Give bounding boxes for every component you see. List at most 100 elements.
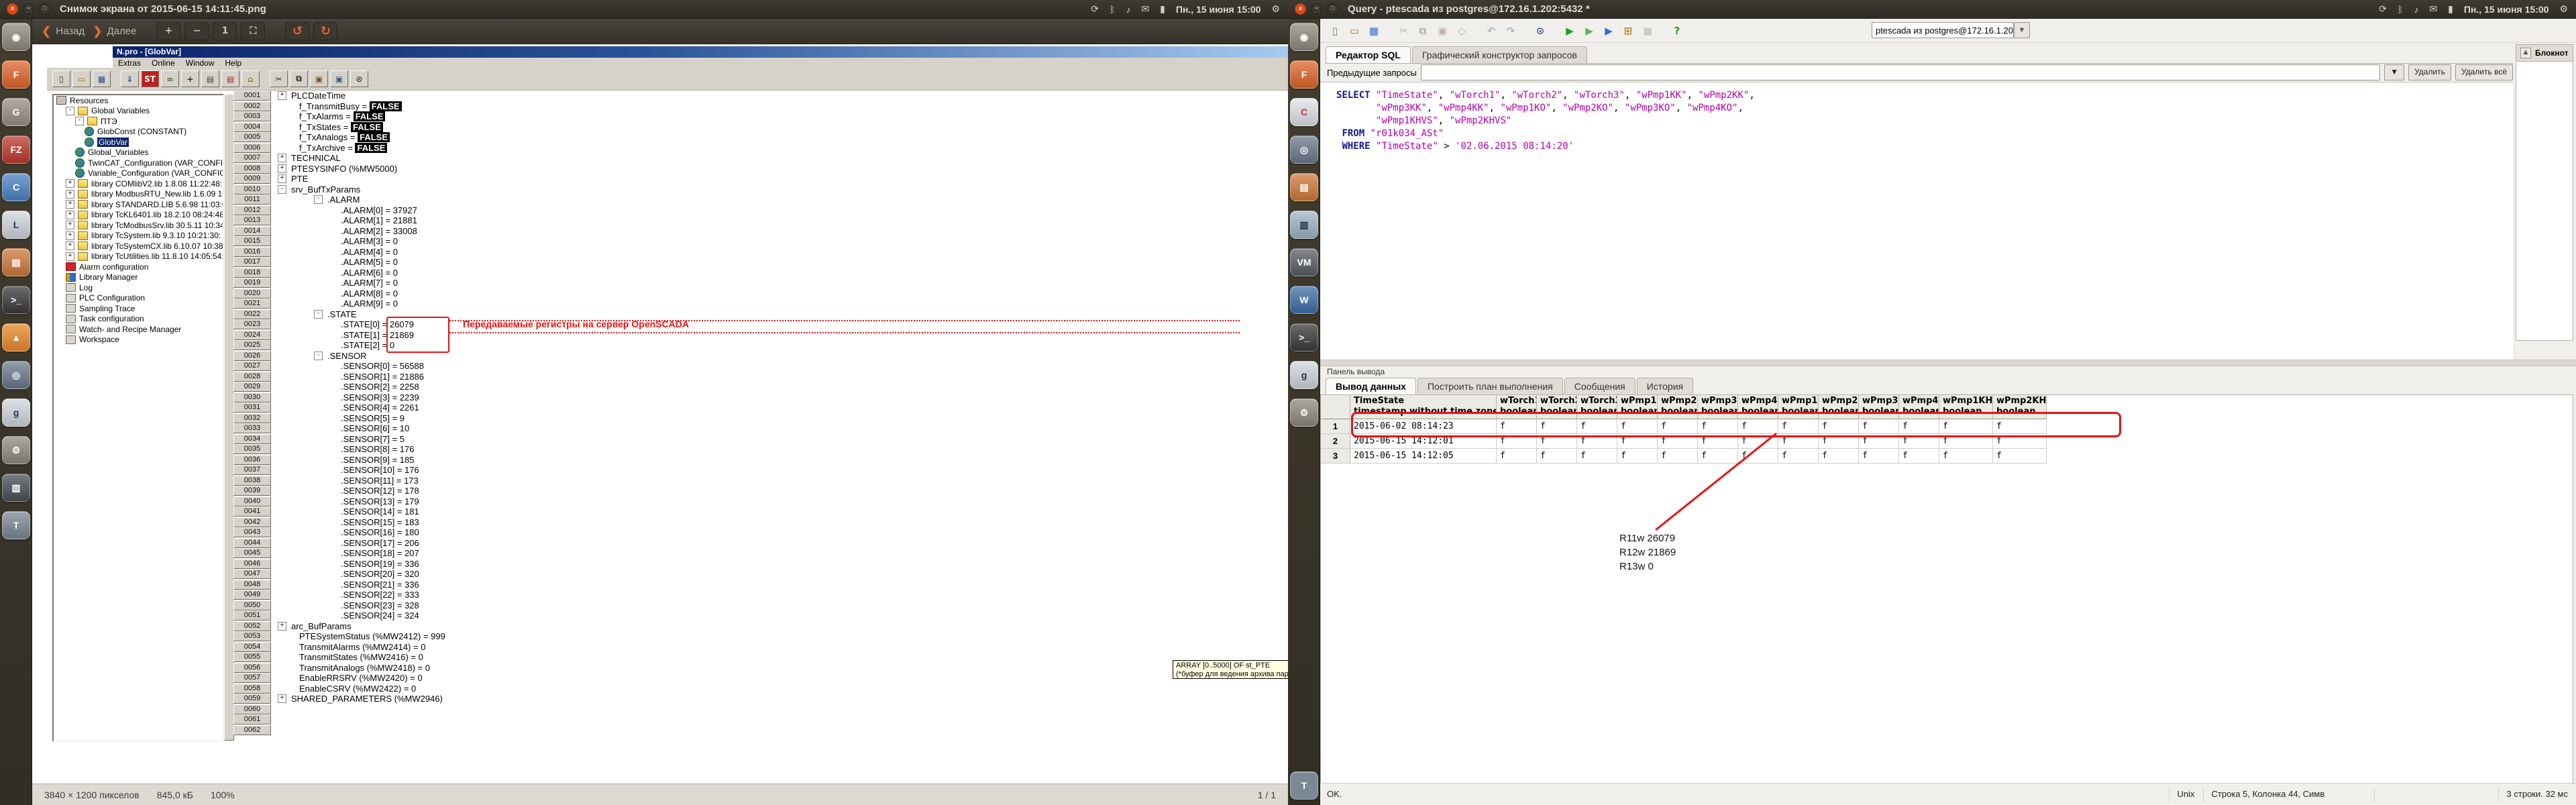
library-icon[interactable]: ⌂ bbox=[241, 70, 260, 87]
watch-line[interactable]: 0027.SENSOR[0] = 56588 bbox=[233, 361, 1285, 372]
trash-icon[interactable]: T bbox=[1290, 771, 1318, 800]
maximize-icon[interactable]: □ bbox=[1327, 3, 1338, 15]
find-icon[interactable]: ⊙ bbox=[1532, 23, 1548, 39]
tab-output-2[interactable]: Построить план выполнения bbox=[1417, 378, 1563, 394]
delete-all-button[interactable]: Удалить всё bbox=[2455, 64, 2513, 80]
expand-icon[interactable]: + bbox=[278, 174, 286, 183]
watch-line[interactable]: 0035.SENSOR[8] = 176 bbox=[233, 444, 1285, 455]
battery-icon[interactable]: ▮ bbox=[2448, 3, 2453, 15]
horizontal-splitter[interactable] bbox=[1320, 360, 2576, 366]
tree-item[interactable]: +library TcModbusSrv.lib 30.5.11 10:34:2… bbox=[54, 220, 223, 231]
grid-cell[interactable]: f bbox=[1778, 449, 1819, 464]
watch-line[interactable]: 0028.SENSOR[1] = 21886 bbox=[233, 372, 1285, 382]
watch-line[interactable]: 0006f_TxArchive = FALSE bbox=[233, 143, 1285, 154]
cancel-icon[interactable]: ■ bbox=[1640, 23, 1656, 39]
terminal-icon[interactable]: >_ bbox=[1290, 323, 1318, 352]
zoom-normal-icon[interactable]: 1 bbox=[213, 22, 237, 40]
help-icon[interactable]: ? bbox=[1669, 23, 1685, 39]
watch-line[interactable]: 0060 bbox=[233, 704, 1285, 715]
delete-button[interactable]: Удалить bbox=[2408, 64, 2451, 80]
watch-line[interactable]: 0004f_TxStates = FALSE bbox=[233, 122, 1285, 133]
system-settings-icon[interactable]: ⚙ bbox=[1290, 398, 1318, 427]
grid-cell[interactable]: f bbox=[1658, 449, 1698, 464]
gimp-icon[interactable]: G bbox=[2, 98, 30, 126]
tree-item[interactable]: Sampling Trace bbox=[54, 303, 223, 314]
grid-cell[interactable]: f bbox=[1859, 449, 1899, 464]
expand-icon[interactable]: + bbox=[66, 179, 74, 188]
row-number[interactable]: 2 bbox=[1321, 434, 1350, 449]
watch-line[interactable]: 0018.ALARM[6] = 0 bbox=[233, 268, 1285, 278]
tree-item[interactable]: +library TcSystemCX.lib 6.10.07 10:38:54… bbox=[54, 241, 223, 252]
save-icon[interactable]: ▦ bbox=[93, 70, 111, 87]
paste-icon[interactable]: ▣ bbox=[1434, 23, 1450, 39]
watch-line[interactable]: 0037.SENSOR[10] = 176 bbox=[233, 465, 1285, 476]
watch-line[interactable]: 0051.SENSOR[24] = 324 bbox=[233, 610, 1285, 621]
watch-line[interactable]: 0008+PTESYSINFO (%MW5000) bbox=[233, 164, 1285, 174]
expand-icon[interactable]: + bbox=[278, 622, 286, 631]
eog-icon[interactable]: ◎ bbox=[2, 361, 30, 389]
expand-icon[interactable]: + bbox=[278, 164, 286, 173]
computer-icon[interactable]: ▥ bbox=[1290, 211, 1318, 239]
scratch-pad-body[interactable] bbox=[2516, 62, 2573, 341]
new-file-icon[interactable]: ▯ bbox=[1327, 23, 1343, 39]
watch-line[interactable]: 0013.ALARM[1] = 21881 bbox=[233, 215, 1285, 226]
watch-line[interactable]: 0042.SENSOR[15] = 183 bbox=[233, 517, 1285, 528]
watch-line[interactable]: 0061 bbox=[233, 714, 1285, 725]
explain-icon[interactable]: ⊞ bbox=[1620, 23, 1636, 39]
new-file-icon[interactable]: ▯ bbox=[52, 70, 70, 87]
watch-line[interactable]: 0002f_TransmitBusy = FALSE bbox=[233, 101, 1285, 112]
collapse-icon[interactable]: - bbox=[314, 310, 323, 319]
paste-icon[interactable]: ▣ bbox=[310, 70, 328, 87]
watch-line[interactable]: 0055TransmitStates (%MW2416) = 0 bbox=[233, 652, 1285, 663]
open-file-icon[interactable]: ▭ bbox=[1346, 23, 1362, 39]
collapse-icon[interactable]: ▲ bbox=[2520, 48, 2531, 58]
execute-to-file-icon[interactable]: ▶ bbox=[1601, 23, 1617, 39]
watch-line[interactable]: 0057EnableRRSRV (%MW2420) = 0 bbox=[233, 673, 1285, 684]
previous-queries-arrow[interactable]: ▼ bbox=[2384, 64, 2404, 80]
watch-line[interactable]: 0050.SENSOR[23] = 328 bbox=[233, 600, 1285, 611]
tree-item[interactable]: Global_Variables bbox=[54, 148, 223, 158]
expand-icon[interactable]: + bbox=[66, 252, 74, 261]
execute-icon[interactable]: ▶ bbox=[1562, 23, 1578, 39]
watch-line[interactable]: 0010-srv_BufTxParams bbox=[233, 184, 1285, 195]
watch-line[interactable]: 0005f_TxAnalogs = FALSE bbox=[233, 132, 1285, 143]
firefox-icon[interactable]: F bbox=[1290, 60, 1318, 89]
tree-item[interactable]: Alarm configuration bbox=[54, 262, 223, 272]
watch-line[interactable]: 0009+PTE bbox=[233, 174, 1285, 184]
watch-line[interactable]: 0015.ALARM[3] = 0 bbox=[233, 236, 1285, 247]
watch-line[interactable]: 0014.ALARM[2] = 33008 bbox=[233, 226, 1285, 237]
bluetooth-icon[interactable]: ᛒ bbox=[1110, 4, 1115, 15]
watch-line[interactable]: 0054TransmitAlarms (%MW2414) = 0 bbox=[233, 642, 1285, 653]
watch-line[interactable]: 0020.ALARM[8] = 0 bbox=[233, 288, 1285, 299]
tree-item[interactable]: -ПТЭ bbox=[54, 116, 223, 127]
connection-combo-arrow-icon[interactable]: ▼ bbox=[2014, 22, 2030, 38]
forward-button[interactable]: ❯ Далее bbox=[93, 25, 136, 38]
files-icon[interactable]: ▤ bbox=[1290, 173, 1318, 201]
tab-editor-1[interactable]: Редактор SQL bbox=[1326, 46, 1411, 63]
watch-line[interactable]: 0052+arc_BufParams bbox=[233, 621, 1285, 632]
watch-line[interactable]: 0032.SENSOR[5] = 9 bbox=[233, 413, 1285, 424]
tree-item[interactable]: +library ModbusRTU_New.lib 1.6.09 10:08:… bbox=[54, 189, 223, 200]
execute-pgscript-icon[interactable]: ▶ bbox=[1581, 23, 1597, 39]
watch-line[interactable]: 0031.SENSOR[4] = 2261 bbox=[233, 402, 1285, 413]
image-canvas[interactable]: N.pro - [GlobVar] ExtrasOnlineWindowHelp… bbox=[32, 44, 1288, 784]
volume-icon[interactable]: ♪ bbox=[1126, 4, 1130, 15]
monitoring-icon[interactable]: ∞ bbox=[161, 70, 179, 87]
firefox-icon[interactable]: F bbox=[2, 60, 30, 89]
menu-item-extras[interactable]: Extras bbox=[118, 58, 141, 68]
tab-output-4[interactable]: История bbox=[1637, 378, 1693, 394]
wireshark-icon[interactable]: W bbox=[1290, 286, 1318, 314]
tree-item[interactable]: +library COMlibV2.lib 1.8.08 11:22:48: g… bbox=[54, 178, 223, 189]
watch-line[interactable]: 0059+SHARED_PARAMETERS (%MW2946) bbox=[233, 694, 1285, 704]
expand-icon[interactable]: + bbox=[66, 200, 74, 209]
mail-icon[interactable]: ✉ bbox=[2429, 3, 2437, 15]
watch-line[interactable]: 0038.SENSOR[11] = 173 bbox=[233, 476, 1285, 486]
system-settings-icon[interactable]: ⚙ bbox=[2, 436, 30, 464]
trash-icon[interactable]: T bbox=[2, 511, 30, 539]
watch-line[interactable]: 0058EnableCSRV (%MW2422) = 0 bbox=[233, 684, 1285, 694]
watch-line[interactable]: 0044.SENSOR[17] = 206 bbox=[233, 538, 1285, 549]
eog-icon[interactable]: ◎ bbox=[1290, 136, 1318, 164]
watch-line[interactable]: 0053PTESystemStatus (%MW2412) = 999 bbox=[233, 631, 1285, 642]
tab-editor-2[interactable]: Графический конструктор запросов bbox=[1412, 46, 1587, 63]
menu-item-online[interactable]: Online bbox=[152, 58, 175, 68]
